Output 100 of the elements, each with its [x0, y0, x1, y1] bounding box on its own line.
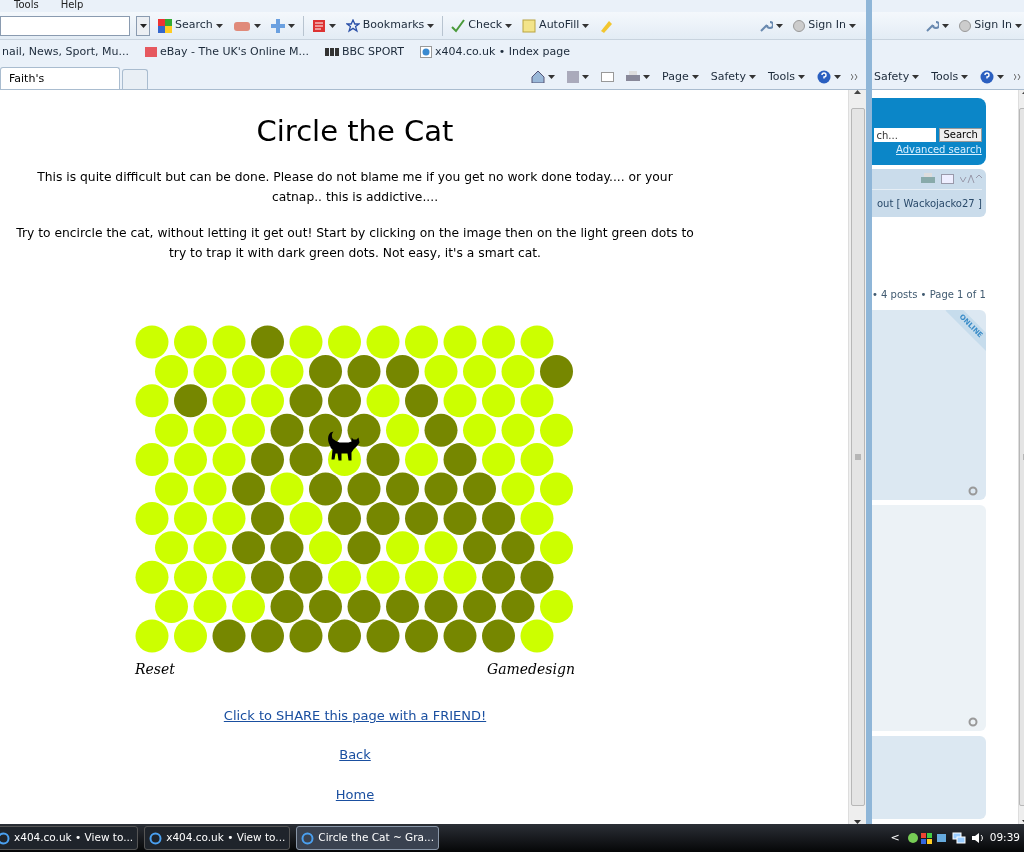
board-dot[interactable]: [386, 354, 419, 388]
board-dot[interactable]: [424, 589, 458, 623]
board-dot[interactable]: [174, 501, 207, 535]
board-dot[interactable]: [501, 531, 535, 565]
board-dot[interactable]: [366, 384, 400, 418]
board-dot[interactable]: [463, 413, 496, 447]
board-dot[interactable]: [135, 501, 169, 535]
board-dot[interactable]: [405, 501, 438, 535]
board-dot[interactable]: [135, 442, 169, 476]
board-dot[interactable]: [212, 442, 246, 476]
board-dot[interactable]: [540, 413, 573, 447]
menu-item[interactable]: Tools: [14, 0, 39, 12]
board-dot[interactable]: [443, 501, 477, 535]
feeds-button[interactable]: [565, 70, 592, 83]
board-dot[interactable]: [328, 501, 361, 535]
board-dot[interactable]: [270, 531, 304, 565]
board-dot[interactable]: [443, 619, 477, 653]
board-dot[interactable]: [520, 442, 554, 476]
board-dot[interactable]: [289, 501, 323, 535]
help-button[interactable]: [815, 69, 843, 84]
tab[interactable]: Faith's: [0, 67, 120, 89]
command-button[interactable]: Safety: [708, 68, 758, 85]
board-dot[interactable]: [309, 531, 342, 565]
board-dot[interactable]: [501, 413, 535, 447]
board-dot[interactable]: [540, 472, 573, 506]
scrollbar[interactable]: [848, 90, 866, 824]
board-dot[interactable]: [386, 472, 419, 506]
board-dot[interactable]: [424, 413, 458, 447]
board-dot[interactable]: [212, 619, 246, 653]
board-dot[interactable]: [232, 589, 265, 623]
board-dot[interactable]: [193, 589, 227, 623]
check-button[interactable]: Check: [449, 17, 515, 34]
board-dot[interactable]: [155, 531, 188, 565]
board-dot[interactable]: [482, 442, 515, 476]
favorite-link[interactable]: BBC SPORT: [323, 43, 406, 61]
board-dot[interactable]: [366, 325, 400, 359]
board-dot[interactable]: [232, 531, 265, 565]
board-dot[interactable]: [155, 472, 188, 506]
board-dot[interactable]: [424, 354, 458, 388]
board-dot[interactable]: [289, 442, 323, 476]
page-link[interactable]: Back: [339, 745, 371, 765]
command-button[interactable]: Tools: [765, 68, 807, 85]
print-button[interactable]: [624, 70, 653, 83]
board-dot[interactable]: [482, 560, 515, 594]
reset-link[interactable]: Reset: [135, 658, 175, 680]
board-dot[interactable]: [501, 354, 535, 388]
favorite-link[interactable]: nail, News, Sport, Mu...: [0, 43, 131, 61]
board-dot[interactable]: [135, 384, 169, 418]
board-dot[interactable]: [212, 384, 246, 418]
board-dot[interactable]: [135, 560, 169, 594]
command-button[interactable]: Page: [660, 68, 701, 85]
search-field[interactable]: ch...: [874, 128, 937, 142]
board-dot[interactable]: [193, 354, 227, 388]
clock-text[interactable]: 09:39: [989, 830, 1020, 846]
board-dot[interactable]: [232, 413, 265, 447]
board-dot[interactable]: [251, 560, 284, 594]
address-field[interactable]: [0, 15, 130, 36]
board-dot[interactable]: [155, 413, 188, 447]
board-dot[interactable]: [270, 413, 304, 447]
board-dot[interactable]: [501, 589, 535, 623]
search-button[interactable]: Search: [939, 128, 982, 142]
board-dot[interactable]: [520, 384, 554, 418]
board-dot[interactable]: [193, 472, 227, 506]
board-dot[interactable]: [405, 619, 438, 653]
board-dot[interactable]: [328, 325, 361, 359]
board-dot[interactable]: [347, 531, 381, 565]
board-dot[interactable]: [309, 472, 342, 506]
tray-expand-button[interactable]: <: [888, 829, 902, 847]
board-dot[interactable]: [251, 384, 284, 418]
board-dot[interactable]: [443, 560, 477, 594]
board-dot[interactable]: [309, 589, 342, 623]
board-dot[interactable]: [347, 589, 381, 623]
chevron-icon[interactable]: [1014, 73, 1022, 80]
board-dot[interactable]: [251, 325, 284, 359]
cat-icon[interactable]: [328, 431, 361, 476]
board-dot[interactable]: [405, 560, 438, 594]
board-dot[interactable]: [174, 384, 207, 418]
board-dot[interactable]: [520, 619, 554, 653]
board-dot[interactable]: [309, 413, 342, 447]
board-dot[interactable]: [520, 325, 554, 359]
board-dot[interactable]: [540, 354, 573, 388]
board-dot[interactable]: [424, 472, 458, 506]
board-dot[interactable]: [174, 442, 207, 476]
board-dot[interactable]: [270, 354, 304, 388]
mail-button[interactable]: [599, 71, 617, 82]
board-dot[interactable]: [212, 560, 246, 594]
board-dot[interactable]: [482, 325, 515, 359]
board-dot[interactable]: [405, 442, 438, 476]
bookmarks-button[interactable]: Bookmarks: [343, 17, 437, 34]
autofill-button[interactable]: AutoFill: [520, 17, 592, 34]
sign-in-button[interactable]: Sign In: [791, 17, 858, 34]
user-link[interactable]: out [ Wackojacko27 ]: [876, 196, 982, 211]
board-dot[interactable]: [135, 619, 169, 653]
board-dot[interactable]: [405, 325, 438, 359]
board-dot[interactable]: [328, 384, 361, 418]
help-button[interactable]: [978, 69, 1007, 84]
board-dot[interactable]: [155, 354, 188, 388]
advanced-search-link[interactable]: Advanced search: [896, 142, 982, 157]
board-dot[interactable]: [270, 589, 304, 623]
board-dot[interactable]: [289, 384, 323, 418]
